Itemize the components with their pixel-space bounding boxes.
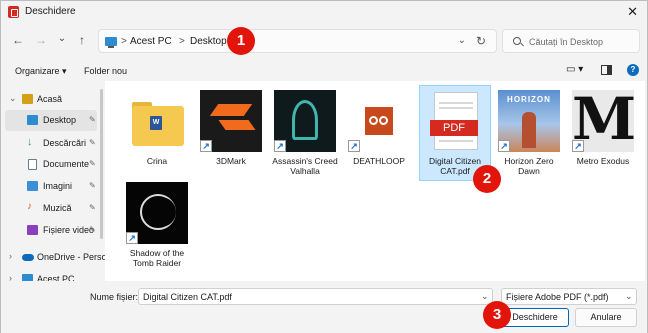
file-name: Horizon Zero Dawn xyxy=(504,156,554,176)
file-name: 3DMark xyxy=(216,156,246,166)
file-name: Crina xyxy=(146,156,168,166)
open-file-dialog: Deschidere ✕ ← → ⌄ ↑ > Acest PC > Deskto… xyxy=(0,0,648,333)
sidebar-item-label: Acasă xyxy=(37,94,63,104)
documents-icon xyxy=(28,159,37,170)
navigation-pane: ⌄ Acasă Desktop ✎ ↓ Descărcări ✎ Documen… xyxy=(1,85,107,284)
horizon-logo-text: HORIZON xyxy=(507,95,551,104)
file-item-horizon-zero-dawn[interactable]: HORIZON ↗ Horizon Zero Dawn xyxy=(493,85,565,181)
address-history-dropdown[interactable]: ⌄ xyxy=(458,35,466,46)
pictures-icon xyxy=(27,181,38,191)
new-folder-button[interactable]: Folder nou xyxy=(84,66,127,76)
chevron-down-icon[interactable]: ⌄ xyxy=(625,291,633,302)
sidebar-item-label: Documente xyxy=(43,159,90,169)
breadcrumb-separator: > xyxy=(179,36,185,47)
acrobat-icon xyxy=(8,6,19,18)
videos-icon xyxy=(27,225,38,235)
sidebar-item-label: Desktop xyxy=(43,115,77,125)
breadcrumb-separator: > xyxy=(121,36,127,47)
pin-icon: ✎ xyxy=(89,225,96,234)
sidebar-item-onedrive[interactable]: › OneDrive - Perso xyxy=(5,247,107,268)
shortcut-arrow-icon: ↗ xyxy=(348,140,360,152)
pdf-file-thumbnail: PDF xyxy=(424,90,486,152)
help-button[interactable]: ? xyxy=(627,64,639,76)
step-badge-2: 2 xyxy=(473,165,501,193)
back-button[interactable]: ← xyxy=(11,33,25,49)
search-placeholder: Căutați în Desktop xyxy=(529,37,604,47)
sidebar-scrollbar[interactable] xyxy=(100,89,103,239)
organize-button[interactable]: Organizare ▾ xyxy=(15,66,67,77)
sidebar-item-desktop[interactable]: Desktop ✎ xyxy=(5,110,97,131)
file-name: Metro Exodus xyxy=(576,156,630,166)
home-icon xyxy=(22,94,33,104)
chevron-down-icon[interactable]: ⌄ xyxy=(481,291,489,302)
recent-locations-button[interactable]: ⌄ xyxy=(55,33,69,49)
title-bar: Deschidere ✕ xyxy=(1,1,647,23)
file-name: DEATHLOOP xyxy=(353,156,405,166)
filetype-select[interactable]: Fișiere Adobe PDF (*.pdf) xyxy=(501,288,637,305)
file-item-deathloop[interactable]: ↗ DEATHLOOP xyxy=(343,85,415,181)
file-item-assassins-creed-valhalla[interactable]: ↗ Assassin's Creed Valhalla xyxy=(269,85,341,181)
close-button[interactable]: ✕ xyxy=(627,4,638,20)
pin-icon: ✎ xyxy=(89,203,96,212)
pdf-label: PDF xyxy=(430,120,478,136)
music-icon: ♪ xyxy=(27,201,32,212)
desktop-folder-icon xyxy=(27,115,38,125)
view-options-button[interactable]: ▭ ▾ xyxy=(566,64,583,75)
sidebar-item-label: Fișiere video xyxy=(43,225,95,235)
cancel-button[interactable]: Anulare xyxy=(575,308,637,327)
dialog-title: Deschidere xyxy=(25,6,76,17)
file-item-shadow-of-the-tomb-raider[interactable]: ↗ Shadow of the Tomb Raider xyxy=(121,177,193,273)
onedrive-icon xyxy=(22,254,34,261)
shortcut-arrow-icon: ↗ xyxy=(498,140,510,152)
folder-icon: W xyxy=(126,90,188,152)
step-badge-3: 3 xyxy=(483,301,511,329)
pc-icon xyxy=(105,37,117,48)
search-icon xyxy=(513,37,521,45)
shortcut-arrow-icon: ↗ xyxy=(572,140,584,152)
sidebar-item-label: Muzică xyxy=(43,203,72,213)
up-button[interactable]: ↑ xyxy=(75,33,89,49)
sidebar-item-label: Descărcări xyxy=(43,138,87,148)
step-badge-1: 1 xyxy=(227,27,255,55)
sidebar-item-home[interactable]: ⌄ Acasă xyxy=(5,89,97,110)
preview-pane-button[interactable] xyxy=(601,65,612,75)
pin-icon: ✎ xyxy=(89,181,96,190)
forward-button[interactable]: → xyxy=(34,33,48,49)
sidebar-item-videos[interactable]: Fișiere video ✎ xyxy=(5,220,97,241)
downloads-icon: ↓ xyxy=(27,136,33,148)
dialog-footer: Nume fișier: Digital Citizen CAT.pdf ⌄ F… xyxy=(1,281,647,333)
refresh-button[interactable]: ↻ xyxy=(476,34,486,48)
shortcut-arrow-icon: ↗ xyxy=(126,232,138,244)
shortcut-arrow-icon: ↗ xyxy=(274,140,286,152)
pin-icon: ✎ xyxy=(89,138,96,147)
pin-icon: ✎ xyxy=(89,159,96,168)
preview-pane-icon xyxy=(607,66,611,74)
open-button[interactable]: Deschidere xyxy=(501,308,569,327)
file-item-3dmark[interactable]: ↗ 3DMark xyxy=(195,85,267,181)
filename-label: Nume fișier: xyxy=(90,292,139,302)
sidebar-item-downloads[interactable]: ↓ Descărcări ✎ xyxy=(5,133,97,154)
file-item-crina[interactable]: W Crina xyxy=(121,85,193,181)
file-name: Shadow of the Tomb Raider xyxy=(129,248,185,268)
chevron-down-icon: ⌄ xyxy=(9,93,17,103)
sidebar-item-pictures[interactable]: Imagini ✎ xyxy=(5,176,97,197)
pin-icon: ✎ xyxy=(89,115,96,124)
sidebar-item-label: OneDrive - Perso xyxy=(37,252,107,262)
shortcut-arrow-icon: ↗ xyxy=(200,140,212,152)
file-item-metro-exodus[interactable]: M ↗ Metro Exodus xyxy=(567,85,639,181)
file-name: Assassin's Creed Valhalla xyxy=(272,156,338,176)
breadcrumb-this-pc[interactable]: Acest PC xyxy=(130,36,172,47)
search-box[interactable]: Căutați în Desktop xyxy=(502,29,640,53)
filename-input[interactable]: Digital Citizen CAT.pdf xyxy=(138,288,493,305)
file-list: W Crina ↗ 3DMark ↗ Assassin's Creed Valh… xyxy=(105,81,645,281)
breadcrumb-desktop[interactable]: Desktop xyxy=(190,36,227,47)
chevron-right-icon: › xyxy=(9,251,12,261)
sidebar-item-music[interactable]: ♪ Muzică ✎ xyxy=(5,198,97,219)
sidebar-item-label: Imagini xyxy=(43,181,73,191)
sidebar-item-documents[interactable]: Documente ✎ xyxy=(5,154,97,175)
address-bar[interactable]: > Acest PC > Desktop > ⌄ ↻ xyxy=(98,29,497,53)
